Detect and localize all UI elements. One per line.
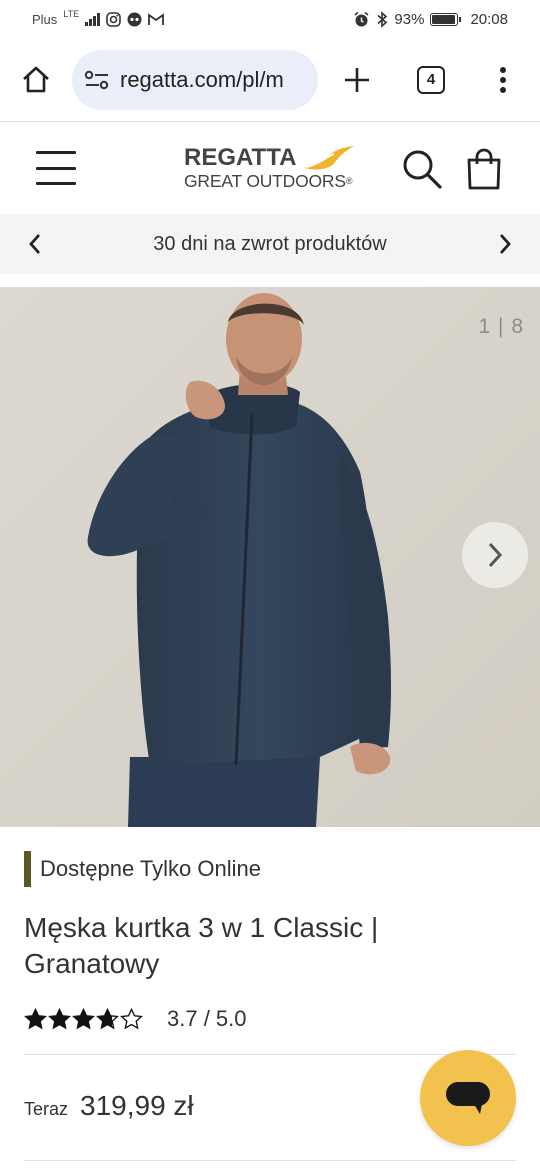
home-button[interactable] xyxy=(0,38,72,122)
bluetooth-icon xyxy=(377,10,388,28)
star-icon xyxy=(48,1007,71,1029)
network-label: LTE xyxy=(63,9,80,19)
chevron-left-icon xyxy=(29,234,41,254)
promo-next-button[interactable] xyxy=(490,224,520,264)
promo-prev-button[interactable] xyxy=(20,224,50,264)
online-only-tag: Dostępne Tylko Online xyxy=(24,851,261,887)
product-gallery[interactable]: 1 | 8 xyxy=(0,287,540,827)
status-bar: Plus LTE 93% 20:08 xyxy=(0,0,540,38)
clock: 20:08 xyxy=(470,10,508,28)
chat-bubble-icon xyxy=(446,1082,490,1114)
new-tab-button[interactable] xyxy=(318,38,396,122)
gallery-next-button[interactable] xyxy=(462,522,528,588)
signal-icon xyxy=(85,12,101,26)
browser-toolbar: regatta.com/pl/m 4 xyxy=(0,38,540,122)
chevron-right-icon xyxy=(499,234,511,254)
price-value: 319,99 zł xyxy=(80,1090,194,1121)
url-text[interactable]: regatta.com/pl/m xyxy=(120,67,284,93)
status-right: 93% 20:08 xyxy=(353,11,508,28)
carrier-label: Plus xyxy=(32,11,58,27)
more-vert-icon xyxy=(500,66,506,93)
tag-accent-bar xyxy=(24,851,31,887)
rating-text: 3.7 / 5.0 xyxy=(167,1006,247,1031)
price-row: Teraz 319,99 zł xyxy=(24,1090,194,1122)
star-icon xyxy=(24,1007,47,1029)
plus-icon xyxy=(345,67,369,92)
promo-text: 30 dni na zwrot produktów xyxy=(153,232,387,255)
shopping-bag-icon xyxy=(467,148,501,190)
chat-button[interactable] xyxy=(420,1050,516,1146)
divider xyxy=(24,1054,516,1055)
tab-switcher-button[interactable]: 4 xyxy=(396,38,466,122)
site-settings-icon[interactable] xyxy=(84,69,110,91)
divider xyxy=(24,1160,516,1161)
search-button[interactable] xyxy=(400,147,444,191)
address-bar[interactable]: regatta.com/pl/m xyxy=(72,49,318,110)
alarm-icon xyxy=(354,11,369,26)
cart-button[interactable] xyxy=(464,147,504,191)
status-left: Plus LTE xyxy=(32,9,165,27)
online-only-text: Dostępne Tylko Online xyxy=(40,856,261,881)
star-icon xyxy=(96,1007,119,1029)
site-header: REGATTA GREAT OUTDOORS® xyxy=(0,123,540,213)
chevron-right-icon xyxy=(488,542,503,568)
instagram-icon xyxy=(106,11,121,27)
menu-hamburger-icon[interactable] xyxy=(36,151,76,185)
star-icon xyxy=(120,1007,143,1029)
search-icon xyxy=(403,150,442,189)
battery-icon xyxy=(430,12,462,26)
promo-carousel: 30 dni na zwrot produktów xyxy=(0,214,540,274)
price-label: Teraz xyxy=(24,1099,69,1119)
product-title: Męska kurtka 3 w 1 Classic | Granatowy xyxy=(24,912,379,979)
image-counter: 1 | 8 xyxy=(478,315,524,338)
tab-count: 4 xyxy=(417,65,445,94)
regatta-logo[interactable]: REGATTA GREAT OUTDOORS® xyxy=(184,145,364,195)
product-rating[interactable]: 3.7 / 5.0 xyxy=(24,1004,247,1034)
gmail-icon xyxy=(148,12,165,25)
rating-stars xyxy=(24,1007,143,1031)
product-photo xyxy=(0,287,540,827)
battery-percent: 93% xyxy=(394,10,425,28)
logo-swoosh-icon xyxy=(300,146,354,170)
browser-menu-button[interactable] xyxy=(466,38,540,122)
app-icon xyxy=(127,12,142,26)
star-icon xyxy=(72,1007,95,1029)
home-icon xyxy=(23,66,49,92)
